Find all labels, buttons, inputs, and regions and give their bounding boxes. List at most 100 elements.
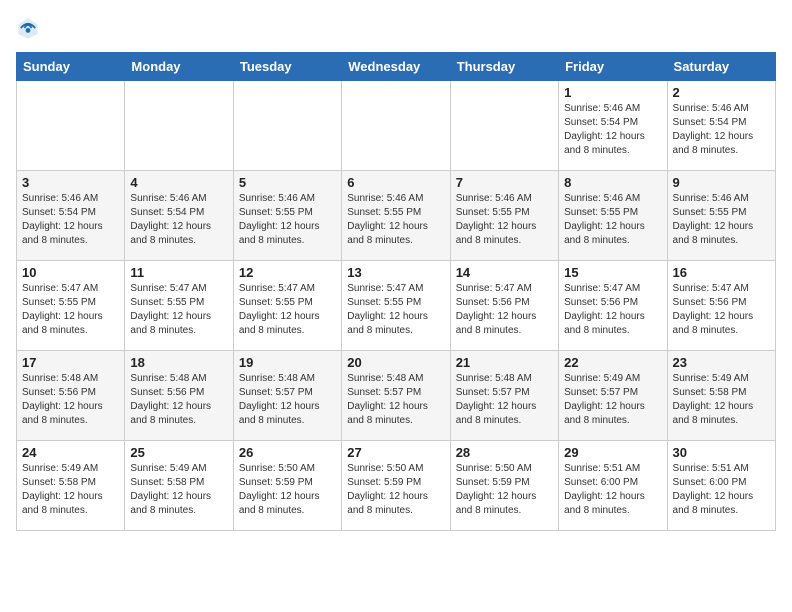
day-cell: 8 Sunrise: 5:46 AM Sunset: 5:55 PM Daylig… <box>559 171 667 261</box>
logo-icon <box>16 16 40 40</box>
day-info: Sunrise: 5:49 AM Sunset: 5:58 PM Dayligh… <box>130 462 227 518</box>
day-cell: 23 Sunrise: 5:49 AM Sunset: 5:58 PM Dayli… <box>667 351 775 441</box>
day-cell: 12Sunrise: 5:47 AM Sunset: 5:55 PM Dayli… <box>233 261 341 351</box>
day-cell <box>17 81 125 171</box>
day-cell: 13 Sunrise: 5:47 AM Sunset: 5:55 PM Dayli… <box>342 261 450 351</box>
day-cell: 19Sunrise: 5:48 AM Sunset: 5:57 PM Dayli… <box>233 351 341 441</box>
day-cell: 6 Sunrise: 5:46 AM Sunset: 5:55 PM Daylig… <box>342 171 450 261</box>
header-day-monday: Monday <box>125 53 233 81</box>
day-cell: 4 Sunrise: 5:46 AM Sunset: 5:54 PM Daylig… <box>125 171 233 261</box>
day-cell: 17 Sunrise: 5:48 AM Sunset: 5:56 PM Dayli… <box>17 351 125 441</box>
day-info: Sunrise: 5:47 AM Sunset: 5:55 PM Dayligh… <box>130 282 227 338</box>
calendar-header: SundayMondayTuesdayWednesdayThursdayFrid… <box>17 53 776 81</box>
day-number: 15 <box>564 265 661 280</box>
day-info: Sunrise: 5:46 AM Sunset: 5:54 PM Dayligh… <box>22 192 119 248</box>
day-number: 28 <box>456 445 553 460</box>
day-number: 6 <box>347 175 444 190</box>
day-info: Sunrise: 5:50 AM Sunset: 5:59 PM Dayligh… <box>347 462 444 518</box>
header-row: SundayMondayTuesdayWednesdayThursdayFrid… <box>17 53 776 81</box>
day-number: 7 <box>456 175 553 190</box>
day-number: 30 <box>673 445 770 460</box>
day-cell <box>450 81 558 171</box>
day-info: Sunrise: 5:46 AM Sunset: 5:55 PM Dayligh… <box>347 192 444 248</box>
day-number: 16 <box>673 265 770 280</box>
day-info: Sunrise: 5:48 AM Sunset: 5:56 PM Dayligh… <box>22 372 119 428</box>
day-number: 26 <box>239 445 336 460</box>
logo <box>16 16 44 40</box>
day-number: 18 <box>130 355 227 370</box>
day-info: Sunrise: 5:46 AM Sunset: 5:55 PM Dayligh… <box>564 192 661 248</box>
day-cell <box>342 81 450 171</box>
day-cell: 15 Sunrise: 5:47 AM Sunset: 5:56 PM Dayli… <box>559 261 667 351</box>
day-info: Sunrise: 5:49 AM Sunset: 5:57 PM Dayligh… <box>564 372 661 428</box>
day-info: Sunrise: 5:47 AM Sunset: 5:55 PM Dayligh… <box>22 282 119 338</box>
header-day-sunday: Sunday <box>17 53 125 81</box>
day-info: Sunrise: 5:51 AM Sunset: 6:00 PM Dayligh… <box>564 462 661 518</box>
day-number: 27 <box>347 445 444 460</box>
day-info: Sunrise: 5:49 AM Sunset: 5:58 PM Dayligh… <box>673 372 770 428</box>
day-cell: 26 Sunrise: 5:50 AM Sunset: 5:59 PM Dayli… <box>233 441 341 531</box>
day-number: 14 <box>456 265 553 280</box>
day-cell: 10 Sunrise: 5:47 AM Sunset: 5:55 PM Dayli… <box>17 261 125 351</box>
header <box>16 16 776 40</box>
day-cell: 27 Sunrise: 5:50 AM Sunset: 5:59 PM Dayli… <box>342 441 450 531</box>
day-cell: 9Sunrise: 5:46 AM Sunset: 5:55 PM Daylig… <box>667 171 775 261</box>
day-cell: 22 Sunrise: 5:49 AM Sunset: 5:57 PM Dayli… <box>559 351 667 441</box>
day-number: 1 <box>564 85 661 100</box>
day-cell: 3 Sunrise: 5:46 AM Sunset: 5:54 PM Daylig… <box>17 171 125 261</box>
day-cell: 20 Sunrise: 5:48 AM Sunset: 5:57 PM Dayli… <box>342 351 450 441</box>
day-cell: 29 Sunrise: 5:51 AM Sunset: 6:00 PM Dayli… <box>559 441 667 531</box>
calendar-body: 1 Sunrise: 5:46 AM Sunset: 5:54 PM Daylig… <box>17 81 776 531</box>
day-number: 5 <box>239 175 336 190</box>
day-cell: 7 Sunrise: 5:46 AM Sunset: 5:55 PM Daylig… <box>450 171 558 261</box>
header-day-tuesday: Tuesday <box>233 53 341 81</box>
day-cell: 16 Sunrise: 5:47 AM Sunset: 5:56 PM Dayli… <box>667 261 775 351</box>
header-day-wednesday: Wednesday <box>342 53 450 81</box>
day-info: Sunrise: 5:47 AM Sunset: 5:56 PM Dayligh… <box>673 282 770 338</box>
day-info: Sunrise: 5:50 AM Sunset: 5:59 PM Dayligh… <box>239 462 336 518</box>
week-row-3: 10 Sunrise: 5:47 AM Sunset: 5:55 PM Dayli… <box>17 261 776 351</box>
day-info: Sunrise: 5:51 AM Sunset: 6:00 PM Dayligh… <box>673 462 770 518</box>
day-info: Sunrise: 5:48 AM Sunset: 5:56 PM Dayligh… <box>130 372 227 428</box>
day-number: 22 <box>564 355 661 370</box>
day-number: 3 <box>22 175 119 190</box>
day-info: Sunrise: 5:48 AM Sunset: 5:57 PM Dayligh… <box>239 372 336 428</box>
day-info: Sunrise: 5:49 AM Sunset: 5:58 PM Dayligh… <box>22 462 119 518</box>
day-number: 23 <box>673 355 770 370</box>
day-info: Sunrise: 5:50 AM Sunset: 5:59 PM Dayligh… <box>456 462 553 518</box>
day-cell: 21Sunrise: 5:48 AM Sunset: 5:57 PM Dayli… <box>450 351 558 441</box>
day-cell: 30 Sunrise: 5:51 AM Sunset: 6:00 PM Dayli… <box>667 441 775 531</box>
week-row-5: 24Sunrise: 5:49 AM Sunset: 5:58 PM Dayli… <box>17 441 776 531</box>
day-number: 10 <box>22 265 119 280</box>
day-cell <box>233 81 341 171</box>
day-cell: 1 Sunrise: 5:46 AM Sunset: 5:54 PM Daylig… <box>559 81 667 171</box>
day-info: Sunrise: 5:47 AM Sunset: 5:56 PM Dayligh… <box>564 282 661 338</box>
day-number: 4 <box>130 175 227 190</box>
day-cell: 28 Sunrise: 5:50 AM Sunset: 5:59 PM Dayli… <box>450 441 558 531</box>
day-info: Sunrise: 5:46 AM Sunset: 5:55 PM Dayligh… <box>239 192 336 248</box>
day-number: 17 <box>22 355 119 370</box>
day-cell: 14 Sunrise: 5:47 AM Sunset: 5:56 PM Dayli… <box>450 261 558 351</box>
day-number: 2 <box>673 85 770 100</box>
day-number: 21 <box>456 355 553 370</box>
day-number: 20 <box>347 355 444 370</box>
day-info: Sunrise: 5:46 AM Sunset: 5:55 PM Dayligh… <box>456 192 553 248</box>
week-row-2: 3 Sunrise: 5:46 AM Sunset: 5:54 PM Daylig… <box>17 171 776 261</box>
day-info: Sunrise: 5:47 AM Sunset: 5:55 PM Dayligh… <box>239 282 336 338</box>
day-info: Sunrise: 5:46 AM Sunset: 5:54 PM Dayligh… <box>564 102 661 158</box>
day-info: Sunrise: 5:48 AM Sunset: 5:57 PM Dayligh… <box>347 372 444 428</box>
day-info: Sunrise: 5:46 AM Sunset: 5:54 PM Dayligh… <box>673 102 770 158</box>
day-number: 29 <box>564 445 661 460</box>
day-info: Sunrise: 5:47 AM Sunset: 5:56 PM Dayligh… <box>456 282 553 338</box>
day-number: 13 <box>347 265 444 280</box>
header-day-saturday: Saturday <box>667 53 775 81</box>
day-info: Sunrise: 5:47 AM Sunset: 5:55 PM Dayligh… <box>347 282 444 338</box>
week-row-1: 1 Sunrise: 5:46 AM Sunset: 5:54 PM Daylig… <box>17 81 776 171</box>
calendar-table: SundayMondayTuesdayWednesdayThursdayFrid… <box>16 52 776 531</box>
day-number: 11 <box>130 265 227 280</box>
day-cell: 11 Sunrise: 5:47 AM Sunset: 5:55 PM Dayli… <box>125 261 233 351</box>
day-cell: 24Sunrise: 5:49 AM Sunset: 5:58 PM Dayli… <box>17 441 125 531</box>
header-day-friday: Friday <box>559 53 667 81</box>
day-number: 8 <box>564 175 661 190</box>
day-info: Sunrise: 5:46 AM Sunset: 5:54 PM Dayligh… <box>130 192 227 248</box>
